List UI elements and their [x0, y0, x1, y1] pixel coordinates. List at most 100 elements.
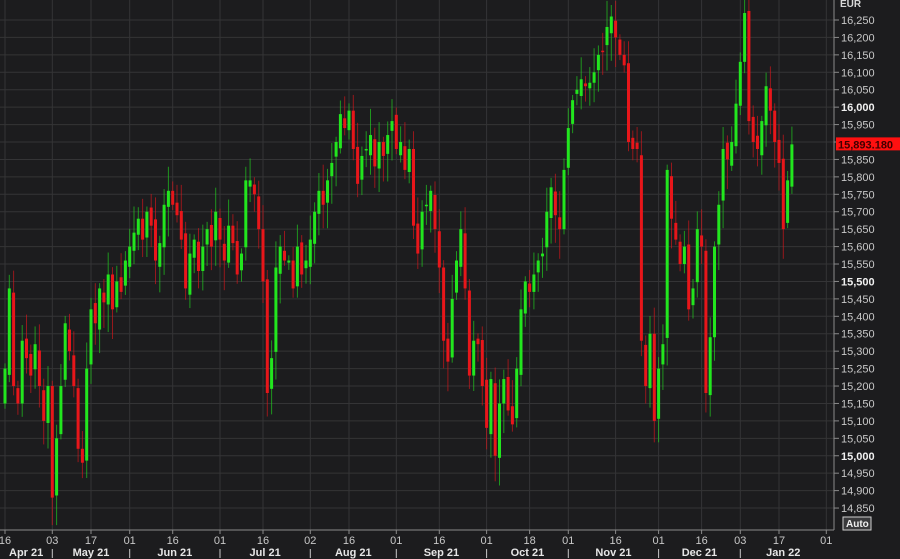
candle-body [300, 242, 304, 275]
candle-28 [123, 251, 127, 295]
candle-159 [687, 220, 691, 321]
candle-body [738, 61, 742, 106]
candle-body [248, 180, 252, 187]
candle-body [476, 338, 480, 345]
candle-83 [360, 146, 364, 196]
candle-71 [308, 215, 312, 285]
candle-body [528, 283, 532, 292]
currency-label: EUR [840, 0, 862, 10]
candle-25 [111, 267, 114, 339]
candle-151 [652, 307, 656, 443]
candle-body [682, 246, 686, 265]
candle-20 [89, 297, 93, 384]
candle-2 [12, 270, 16, 396]
candle-63 [274, 241, 278, 380]
candle-body [16, 388, 20, 404]
candle-body [20, 340, 24, 404]
candle-body [584, 83, 587, 87]
y-tick-label: 15,450 [841, 294, 875, 306]
y-tick-label: 15,300 [841, 346, 875, 358]
candle-body [50, 386, 54, 498]
candle-51 [222, 226, 226, 291]
candle-body [46, 386, 50, 423]
candle-body [80, 448, 84, 463]
candle-121 [523, 276, 527, 327]
candle-74 [321, 164, 325, 229]
candle-98 [424, 184, 428, 225]
candle-128 [553, 173, 557, 243]
candle-body [85, 368, 89, 461]
candle-70 [304, 244, 308, 284]
y-tick-label: 16,150 [841, 50, 875, 62]
candle-body [523, 281, 527, 314]
candle-body [433, 194, 437, 230]
candle-body [218, 218, 222, 240]
candle-13 [59, 364, 63, 440]
candle-15 [68, 313, 71, 361]
candle-body [330, 162, 334, 177]
candle-body [635, 142, 639, 149]
candle-body [111, 274, 114, 310]
candle-175 [756, 115, 759, 167]
candle-body [270, 358, 274, 389]
candle-body [128, 246, 132, 267]
auto-button-label[interactable]: Auto [846, 519, 869, 530]
candle-90 [390, 99, 394, 161]
candle-body [446, 338, 450, 362]
candle-body [437, 231, 441, 268]
y-tick-label: 16,100 [841, 67, 875, 79]
candle-body [661, 344, 665, 365]
auto-scale-button[interactable]: Auto [842, 516, 872, 531]
x-day-label: 03 [734, 535, 746, 547]
candle-31 [136, 207, 140, 251]
x-day-label: 01 [562, 535, 574, 547]
candle-84 [364, 131, 368, 168]
y-tick-label: 15,800 [841, 172, 875, 184]
candle-body [274, 267, 278, 352]
candle-136 [588, 67, 592, 106]
candle-body [596, 54, 600, 71]
candle-141 [609, 5, 613, 61]
x-day-label: 18 [523, 535, 535, 547]
candle-body [166, 190, 170, 207]
candle-body [545, 211, 549, 248]
candle-body [37, 350, 41, 387]
candle-123 [532, 252, 536, 310]
candle-body [536, 260, 540, 273]
candle-43 [188, 233, 192, 309]
candle-body [381, 142, 385, 156]
candle-body [652, 333, 656, 421]
candle-body [98, 288, 102, 330]
x-day-label: 02 [304, 535, 316, 547]
candle-22 [98, 283, 102, 354]
candle-49 [214, 187, 218, 266]
x-month-label: May 21 [73, 547, 110, 559]
candle-body [12, 292, 16, 387]
candle-66 [287, 255, 291, 270]
candle-body [665, 169, 669, 338]
candle-127 [549, 177, 553, 244]
candle-body [657, 368, 661, 419]
candle-100 [433, 181, 437, 253]
candle-117 [506, 359, 510, 416]
candle-35 [154, 197, 157, 285]
candle-body [119, 277, 123, 292]
candle-52 [227, 199, 231, 268]
candle-body [743, 13, 747, 62]
candle-104 [450, 274, 454, 363]
candle-body [304, 260, 308, 269]
candle-140 [605, 0, 609, 71]
candle-32 [141, 198, 145, 258]
y-tick-label: 15,700 [841, 207, 875, 219]
candle-50 [218, 208, 222, 268]
candle-body [179, 211, 183, 240]
y-tick-label: 15,000 [841, 451, 875, 463]
candle-body [687, 244, 691, 310]
candle-body [459, 229, 463, 267]
candle-54 [235, 221, 239, 284]
candle-120 [519, 289, 523, 387]
candle-178 [768, 66, 772, 135]
candle-163 [704, 239, 708, 413]
candle-body [467, 290, 471, 376]
candle-body [601, 50, 605, 53]
